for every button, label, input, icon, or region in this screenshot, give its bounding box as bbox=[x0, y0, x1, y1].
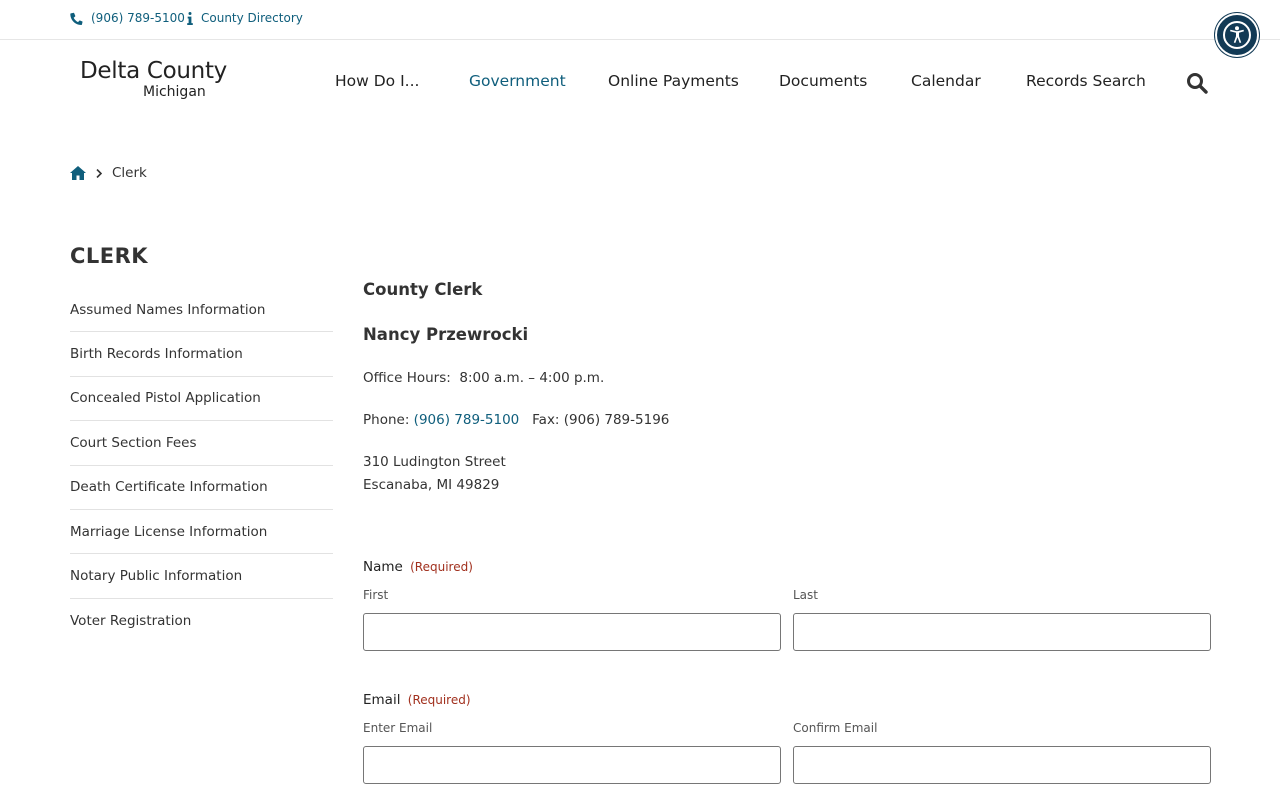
phone-icon bbox=[70, 12, 83, 25]
confirm-email-sublabel: Confirm Email bbox=[793, 721, 878, 735]
sidebar-item-concealed-pistol[interactable]: Concealed Pistol Application bbox=[70, 377, 333, 422]
first-name-input[interactable] bbox=[363, 613, 781, 651]
chevron-right-icon bbox=[96, 168, 102, 178]
breadcrumb-current: Clerk bbox=[112, 165, 147, 181]
sidebar-item-assumed-names[interactable]: Assumed Names Information bbox=[70, 288, 333, 333]
search-icon bbox=[1187, 73, 1208, 94]
home-icon[interactable] bbox=[70, 166, 86, 180]
sidebar-item-birth-records[interactable]: Birth Records Information bbox=[70, 332, 333, 377]
page-heading: County Clerk bbox=[363, 280, 483, 299]
sidebar-nav: Assumed Names Information Birth Records … bbox=[70, 288, 333, 643]
logo-line-1: Delta County bbox=[80, 58, 227, 84]
email-required-tag: (Required) bbox=[407, 693, 471, 707]
utility-phone-label: (906) 789-5100 bbox=[91, 11, 185, 25]
sidebar-item-marriage-license[interactable]: Marriage License Information bbox=[70, 510, 333, 555]
sidebar-item-voter-registration[interactable]: Voter Registration bbox=[70, 599, 333, 643]
sidebar-title: CLERK bbox=[70, 244, 149, 268]
email-label: Email bbox=[363, 692, 401, 708]
nav-how-do-i[interactable]: How Do I... bbox=[335, 72, 419, 96]
nav-online-payments[interactable]: Online Payments bbox=[608, 72, 739, 96]
address-line-1: 310 Ludington Street bbox=[363, 454, 506, 470]
breadcrumb-separator bbox=[96, 168, 102, 178]
last-name-input[interactable] bbox=[793, 613, 1211, 651]
utility-bar: (906) 789-5100 County Directory bbox=[0, 0, 1280, 40]
address-line-2: Escanaba, MI 49829 bbox=[363, 477, 500, 493]
utility-phone-link[interactable]: (906) 789-5100 bbox=[70, 11, 185, 25]
breadcrumb: Clerk bbox=[70, 164, 147, 182]
email-input[interactable] bbox=[363, 746, 781, 784]
confirm-email-input[interactable] bbox=[793, 746, 1211, 784]
county-directory-label: County Directory bbox=[201, 11, 303, 25]
accessibility-icon bbox=[1223, 21, 1251, 49]
sidebar-item-notary-public[interactable]: Notary Public Information bbox=[70, 554, 333, 599]
enter-email-sublabel: Enter Email bbox=[363, 721, 433, 735]
fax-value: (906) 789-5196 bbox=[563, 412, 670, 428]
clerk-name: Nancy Przewrocki bbox=[363, 325, 529, 344]
sidebar-item-death-certificate[interactable]: Death Certificate Information bbox=[70, 466, 333, 510]
logo-line-2: Michigan bbox=[143, 84, 206, 100]
contact-numbers: Phone: (906) 789-5100 Fax: (906) 789-519… bbox=[363, 412, 669, 428]
email-field-label: Email (Required) bbox=[363, 692, 471, 708]
county-directory-link[interactable]: County Directory bbox=[187, 11, 303, 25]
name-required-tag: (Required) bbox=[410, 560, 473, 574]
accessibility-button[interactable] bbox=[1215, 13, 1259, 57]
search-button[interactable] bbox=[1186, 72, 1210, 96]
office-hours-value: 8:00 a.m. – 4:00 p.m. bbox=[459, 370, 605, 386]
name-field-label: Name (Required) bbox=[363, 559, 473, 575]
first-name-sublabel: First bbox=[363, 588, 389, 602]
phone-label: Phone: bbox=[363, 412, 410, 428]
sidebar-item-court-fees[interactable]: Court Section Fees bbox=[70, 421, 333, 466]
info-icon bbox=[187, 11, 193, 25]
nav-records-search[interactable]: Records Search bbox=[1026, 72, 1146, 96]
nav-government[interactable]: Government bbox=[469, 72, 566, 96]
fax-label: Fax: bbox=[532, 412, 560, 428]
office-hours: Office Hours: 8:00 a.m. – 4:00 p.m. bbox=[363, 370, 604, 386]
nav-documents[interactable]: Documents bbox=[779, 72, 867, 96]
last-name-sublabel: Last bbox=[793, 588, 818, 602]
name-label: Name bbox=[363, 559, 403, 575]
site-logo[interactable]: Delta County Michigan bbox=[80, 58, 240, 104]
phone-link[interactable]: (906) 789-5100 bbox=[414, 412, 520, 428]
nav-calendar[interactable]: Calendar bbox=[911, 72, 981, 96]
office-hours-label: Office Hours: bbox=[363, 370, 451, 386]
